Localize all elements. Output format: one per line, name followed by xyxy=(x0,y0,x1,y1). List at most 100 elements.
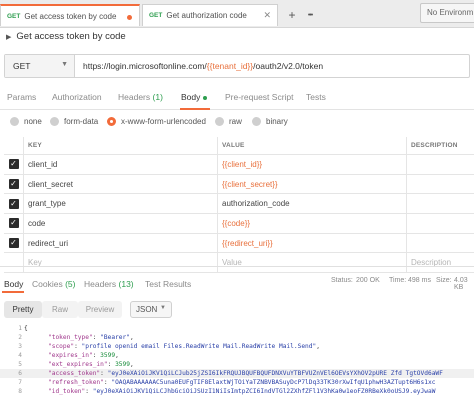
tab-get-access-token[interactable]: GET Get access token by code xyxy=(0,4,140,26)
radio-icon xyxy=(252,117,261,126)
param-key[interactable]: client_id xyxy=(24,155,218,174)
tab-response-headers[interactable]: Headers (13) xyxy=(84,279,134,289)
json-value: "eyJ0eXAiOiJKV1QiLCJhbGciOiJSUzI1NiIsImt… xyxy=(92,388,436,395)
json-key: "token_type" xyxy=(48,334,93,341)
body-type-label: form-data xyxy=(64,117,99,126)
checkbox-checked-icon[interactable]: ✓ xyxy=(8,198,19,209)
response-tabs: Body Cookies (5) Headers (13) Test Resul… xyxy=(0,274,474,294)
size-value[interactable]: 4.03 KB xyxy=(454,277,474,291)
table-header: KEY VALUE DESCRIPTION xyxy=(4,137,474,155)
body-type-form-data[interactable]: form-data xyxy=(50,117,98,126)
preview-button[interactable]: Preview xyxy=(78,301,122,318)
tab-response-headers-label: Headers xyxy=(84,279,117,289)
checkbox-checked-icon[interactable]: ✓ xyxy=(8,238,19,249)
line-number: 8 xyxy=(18,388,22,395)
tab-test-results[interactable]: Test Results xyxy=(145,279,191,289)
body-indicator-icon xyxy=(203,95,208,100)
format-select[interactable]: JSON ▼ xyxy=(130,301,172,318)
param-description[interactable] xyxy=(407,214,474,233)
param-description[interactable] xyxy=(407,194,474,213)
checkbox-checked-icon[interactable]: ✓ xyxy=(8,179,19,190)
chevron-down-icon: ▼ xyxy=(160,305,166,311)
param-description[interactable] xyxy=(407,155,474,174)
tab-method: GET xyxy=(149,12,163,19)
response-format-bar: Pretty Raw Preview JSON ▼ xyxy=(0,299,474,321)
table-row: ✓ redirect_uri {{redirect_uri}} xyxy=(4,233,474,254)
checkbox-checked-icon[interactable]: ✓ xyxy=(8,159,19,170)
body-type-label: binary xyxy=(266,117,288,126)
radio-selected-icon xyxy=(107,117,116,126)
format-value: JSON xyxy=(136,305,158,314)
json-key: "id_token" xyxy=(48,388,86,395)
tab-cookies[interactable]: Cookies (5) xyxy=(32,279,75,289)
environment-select[interactable]: No Environm xyxy=(420,3,474,23)
tab-get-authorization-code[interactable]: GET Get authorization code ✕ xyxy=(142,4,278,26)
param-key[interactable]: code xyxy=(24,214,218,233)
param-value[interactable]: {{client_id}} xyxy=(218,155,407,174)
param-description[interactable] xyxy=(407,175,474,194)
table-row: ✓ code {{code}} xyxy=(4,214,474,234)
new-value-input[interactable]: Value xyxy=(218,253,407,273)
body-type-raw[interactable]: raw xyxy=(215,117,242,126)
close-icon[interactable]: ✕ xyxy=(263,10,271,21)
param-description[interactable] xyxy=(407,234,474,253)
caret-right-icon[interactable]: ▶ xyxy=(6,33,11,41)
pretty-button[interactable]: Pretty xyxy=(4,301,42,318)
tab-params[interactable]: Params xyxy=(7,92,36,102)
method-value: GET xyxy=(13,61,31,71)
method-select[interactable]: GET ▼ xyxy=(5,55,75,77)
url-bar: GET ▼ https://login.microsoftonline.com/… xyxy=(4,54,470,78)
time-value[interactable]: 498 ms xyxy=(408,277,431,284)
body-type-label: x-www-form-urlencoded xyxy=(121,117,206,126)
radio-icon xyxy=(215,117,224,126)
response-body-code[interactable]: 1 { 2 "token_type": "Bearer", 3 "scope":… xyxy=(0,324,474,410)
tab-body[interactable]: Body xyxy=(181,92,208,102)
json-value: "profile openid email Files.ReadWrite Ma… xyxy=(81,343,317,350)
tab-cookies-label: Cookies xyxy=(32,279,63,289)
new-description-input[interactable]: Description xyxy=(407,253,474,272)
tab-tests[interactable]: Tests xyxy=(306,92,326,102)
json-key: "expires_in" xyxy=(48,352,93,359)
table-row: ✓ client_secret {{client_secret}} xyxy=(4,174,474,195)
param-key[interactable]: client_secret xyxy=(24,174,218,194)
tab-strip: GET Get access token by code GET Get aut… xyxy=(0,0,474,28)
chevron-down-icon: ▼ xyxy=(61,61,68,68)
body-type-binary[interactable]: binary xyxy=(252,117,288,126)
tab-response-body[interactable]: Body xyxy=(4,279,23,289)
param-key[interactable]: redirect_uri xyxy=(24,233,218,253)
tab-authorization[interactable]: Authorization xyxy=(52,92,102,102)
url-suffix: /oauth2/v2.0/token xyxy=(253,61,324,71)
active-tab-indicator xyxy=(180,108,210,110)
body-type-label: none xyxy=(24,117,42,126)
json-key: "scope" xyxy=(48,343,75,350)
status-value[interactable]: 200 OK xyxy=(356,277,380,284)
body-type-urlencoded[interactable]: x-www-form-urlencoded xyxy=(107,117,206,126)
tab-pre-request-script[interactable]: Pre-request Script xyxy=(225,92,294,102)
tab-headers-label: Headers xyxy=(118,92,151,102)
line-number: 5 xyxy=(18,361,22,368)
checkbox-checked-icon[interactable]: ✓ xyxy=(8,218,19,229)
time-label: Time: xyxy=(389,277,407,284)
code-line: 7 "refresh_token": "OAQABAAAAAAC5una0EUF… xyxy=(0,378,474,387)
more-tabs-button[interactable]: ••• xyxy=(301,6,319,24)
tab-headers[interactable]: Headers (1) xyxy=(118,92,163,102)
param-key[interactable]: grant_type xyxy=(24,194,218,214)
line-number: 2 xyxy=(18,334,22,341)
param-value[interactable]: {{code}} xyxy=(218,214,407,233)
raw-button[interactable]: Raw xyxy=(42,301,78,318)
param-value[interactable]: {{client_secret}} xyxy=(218,174,407,194)
param-value[interactable]: authorization_code xyxy=(218,194,407,214)
json-key: "ext_expires_in" xyxy=(48,361,108,368)
request-name[interactable]: ▶ Get access token by code xyxy=(6,31,126,42)
new-tab-button[interactable]: + xyxy=(283,6,301,24)
column-header-value: VALUE xyxy=(218,137,407,154)
url-input[interactable]: https://login.microsoftonline.com/{{tena… xyxy=(75,55,469,77)
code-line: 2 "token_type": "Bearer", xyxy=(0,333,474,342)
code-line: 1 { xyxy=(0,324,474,333)
param-value[interactable]: {{redirect_uri}} xyxy=(218,233,407,253)
body-type-none[interactable]: none xyxy=(10,117,42,126)
divider xyxy=(0,266,474,267)
code-text: { xyxy=(24,325,28,332)
response-headers-count: (13) xyxy=(118,279,134,289)
new-key-input[interactable]: Key xyxy=(24,253,218,273)
